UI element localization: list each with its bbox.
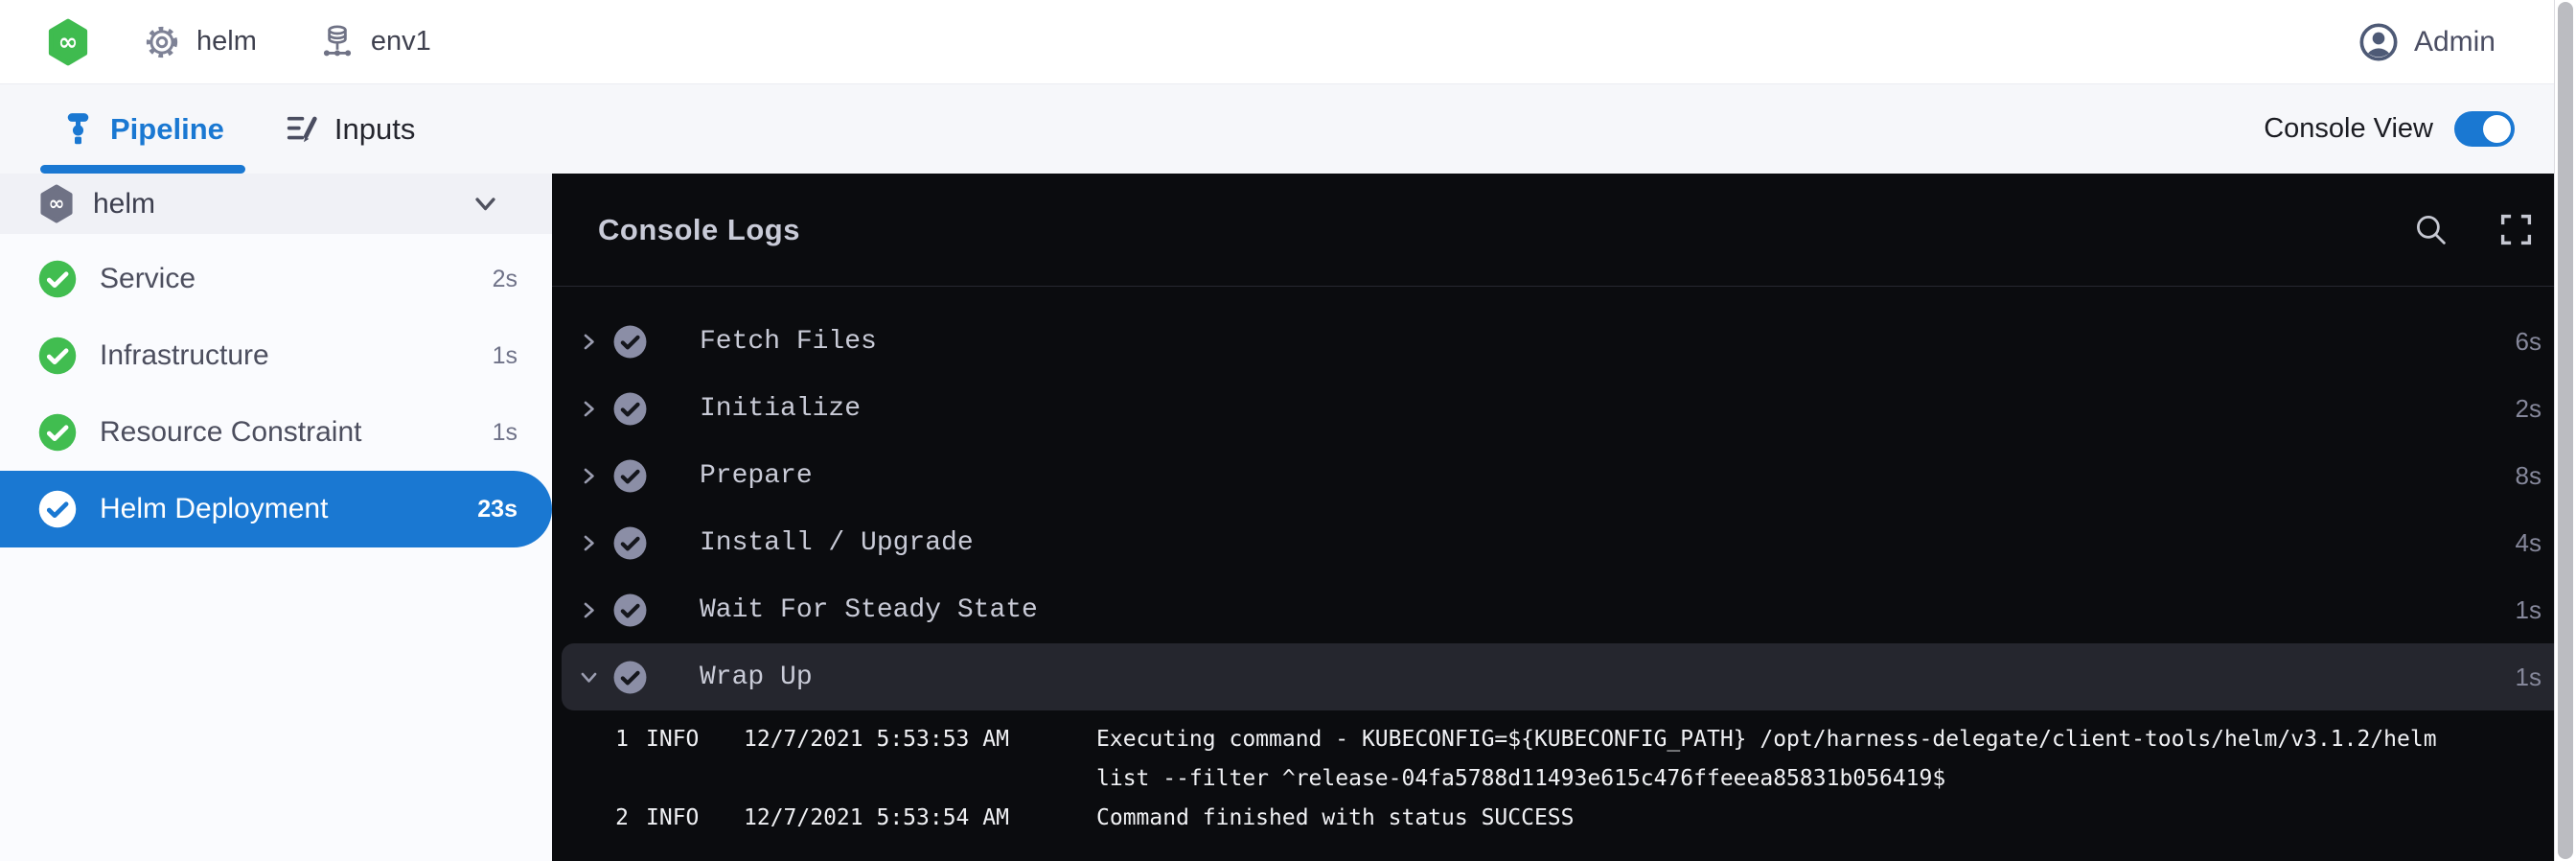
log-message-line: Command finished with status SUCCESS (1096, 799, 2528, 838)
chevron-right-icon[interactable] (569, 322, 608, 361)
step-label: Service (100, 263, 196, 295)
log-step-fetch-files[interactable]: Fetch Files 6s (562, 308, 2566, 375)
log-level: INFO (646, 720, 744, 759)
content: helm Service 2s Infrastructure 1s Resour… (0, 174, 2576, 861)
log-message-line: Executing command - KUBECONFIG=${KUBECON… (1096, 720, 2528, 759)
log-entry: 2 INFO 12/7/2021 5:53:54 AM Command fini… (552, 799, 2576, 838)
log-step-label: Install / Upgrade (700, 528, 974, 558)
log-step-wrap-up[interactable]: Wrap Up 1s (562, 643, 2566, 710)
check-circle-icon (612, 525, 648, 561)
line-number: 2 (590, 799, 629, 838)
check-circle-icon (612, 593, 648, 628)
chevron-right-icon[interactable] (569, 456, 608, 495)
console-title: Console Logs (598, 213, 800, 247)
console-view-label: Console View (2264, 113, 2433, 145)
log-message: Executing command - KUBECONFIG=${KUBECON… (1096, 720, 2576, 799)
log-step-duration: 1s (2516, 663, 2542, 692)
sidebar-item-helm-deployment[interactable]: Helm Deployment 23s (0, 471, 552, 547)
step-label: Helm Deployment (100, 493, 328, 525)
search-icon[interactable] (2413, 212, 2449, 247)
line-number: 1 (590, 720, 629, 759)
tab-inputs-label: Inputs (334, 112, 415, 147)
log-step-duration: 6s (2516, 327, 2542, 357)
user-menu[interactable]: Admin (2359, 23, 2496, 61)
tab-pipeline[interactable]: Pipeline (40, 84, 245, 174)
tab-inputs[interactable]: Inputs (264, 84, 436, 174)
log-lines: 1 INFO 12/7/2021 5:53:53 AM Executing co… (552, 710, 2576, 838)
log-step-install-upgrade[interactable]: Install / Upgrade 4s (562, 509, 2566, 576)
console-header: Console Logs (552, 174, 2576, 287)
chevron-right-icon[interactable] (569, 591, 608, 629)
check-circle-icon (612, 324, 648, 360)
check-circle-icon (612, 391, 648, 427)
log-steps: Fetch Files 6s Initialize 2s Prepare 8s (552, 287, 2576, 710)
step-duration: 23s (477, 496, 518, 524)
log-timestamp: 12/7/2021 5:53:54 AM (744, 799, 1096, 838)
log-step-label: Wait For Steady State (700, 595, 1038, 625)
check-circle-icon (37, 259, 78, 299)
inputs-icon (286, 112, 319, 146)
log-step-duration: 8s (2516, 461, 2542, 491)
sidebar-item-service[interactable]: Service 2s (0, 241, 552, 317)
execution-sidebar: helm Service 2s Infrastructure 1s Resour… (0, 174, 552, 861)
user-label: Admin (2414, 26, 2496, 58)
topbar: helm env1 Admin (0, 0, 2576, 84)
check-circle-icon (37, 489, 78, 529)
vertical-scrollbar[interactable] (2554, 0, 2576, 861)
log-step-initialize[interactable]: Initialize 2s (562, 375, 2566, 442)
harness-service-logo-icon (46, 18, 90, 66)
chevron-down-icon[interactable] (569, 658, 608, 696)
log-step-duration: 1s (2516, 595, 2542, 625)
tab-pipeline-label: Pipeline (110, 112, 224, 147)
check-circle-icon (37, 336, 78, 376)
step-label: Resource Constraint (100, 416, 361, 449)
console-view-toggle[interactable] (2454, 111, 2515, 147)
log-step-duration: 4s (2516, 528, 2542, 558)
log-step-label: Prepare (700, 461, 813, 491)
console-panel: Console Logs Fetch Files 6s Initialize (552, 174, 2576, 861)
pipeline-icon (61, 112, 95, 146)
chevron-right-icon[interactable] (569, 389, 608, 428)
check-circle-icon (37, 412, 78, 453)
breadcrumb-service[interactable]: helm (90, 24, 257, 60)
app-window: helm env1 Admin Pipeline Inputs Console … (0, 0, 2576, 861)
log-message-line: list --filter ^release-04fa5788d11493e61… (1096, 759, 2528, 799)
log-step-label: Wrap Up (700, 663, 813, 692)
environment-icon (320, 23, 355, 61)
chevron-down-icon[interactable] (472, 191, 498, 217)
step-duration: 1s (493, 419, 518, 447)
tabbar: Pipeline Inputs Console View (0, 84, 2576, 174)
sidebar-item-infrastructure[interactable]: Infrastructure 1s (0, 317, 552, 394)
stage-name: helm (93, 188, 155, 221)
log-step-wait-for-steady-state[interactable]: Wait For Steady State 1s (562, 576, 2566, 643)
service-name: helm (196, 26, 257, 58)
step-label: Infrastructure (100, 339, 269, 372)
breadcrumb-environment[interactable]: env1 (257, 23, 431, 61)
log-timestamp: 12/7/2021 5:53:53 AM (744, 720, 1096, 759)
fullscreen-icon[interactable] (2498, 212, 2534, 247)
chevron-right-icon[interactable] (569, 524, 608, 562)
avatar-icon (2359, 23, 2398, 61)
stage-header[interactable]: helm (0, 174, 552, 234)
sidebar-item-resource-constraint[interactable]: Resource Constraint 1s (0, 394, 552, 471)
log-step-duration: 2s (2516, 394, 2542, 424)
log-step-prepare[interactable]: Prepare 8s (562, 442, 2566, 509)
environment-name: env1 (371, 26, 431, 58)
log-level: INFO (646, 799, 744, 838)
log-step-label: Fetch Files (700, 327, 877, 357)
gear-icon (144, 24, 180, 60)
step-duration: 2s (493, 266, 518, 293)
toggle-knob (2483, 115, 2511, 143)
scrollbar-thumb[interactable] (2558, 2, 2573, 859)
check-circle-icon (612, 660, 648, 695)
log-message: Command finished with status SUCCESS (1096, 799, 2576, 838)
step-duration: 1s (493, 342, 518, 370)
check-circle-icon (612, 458, 648, 494)
log-step-label: Initialize (700, 394, 861, 424)
log-entry: 1 INFO 12/7/2021 5:53:53 AM Executing co… (552, 720, 2576, 799)
stage-hexagon-icon (38, 184, 75, 223)
